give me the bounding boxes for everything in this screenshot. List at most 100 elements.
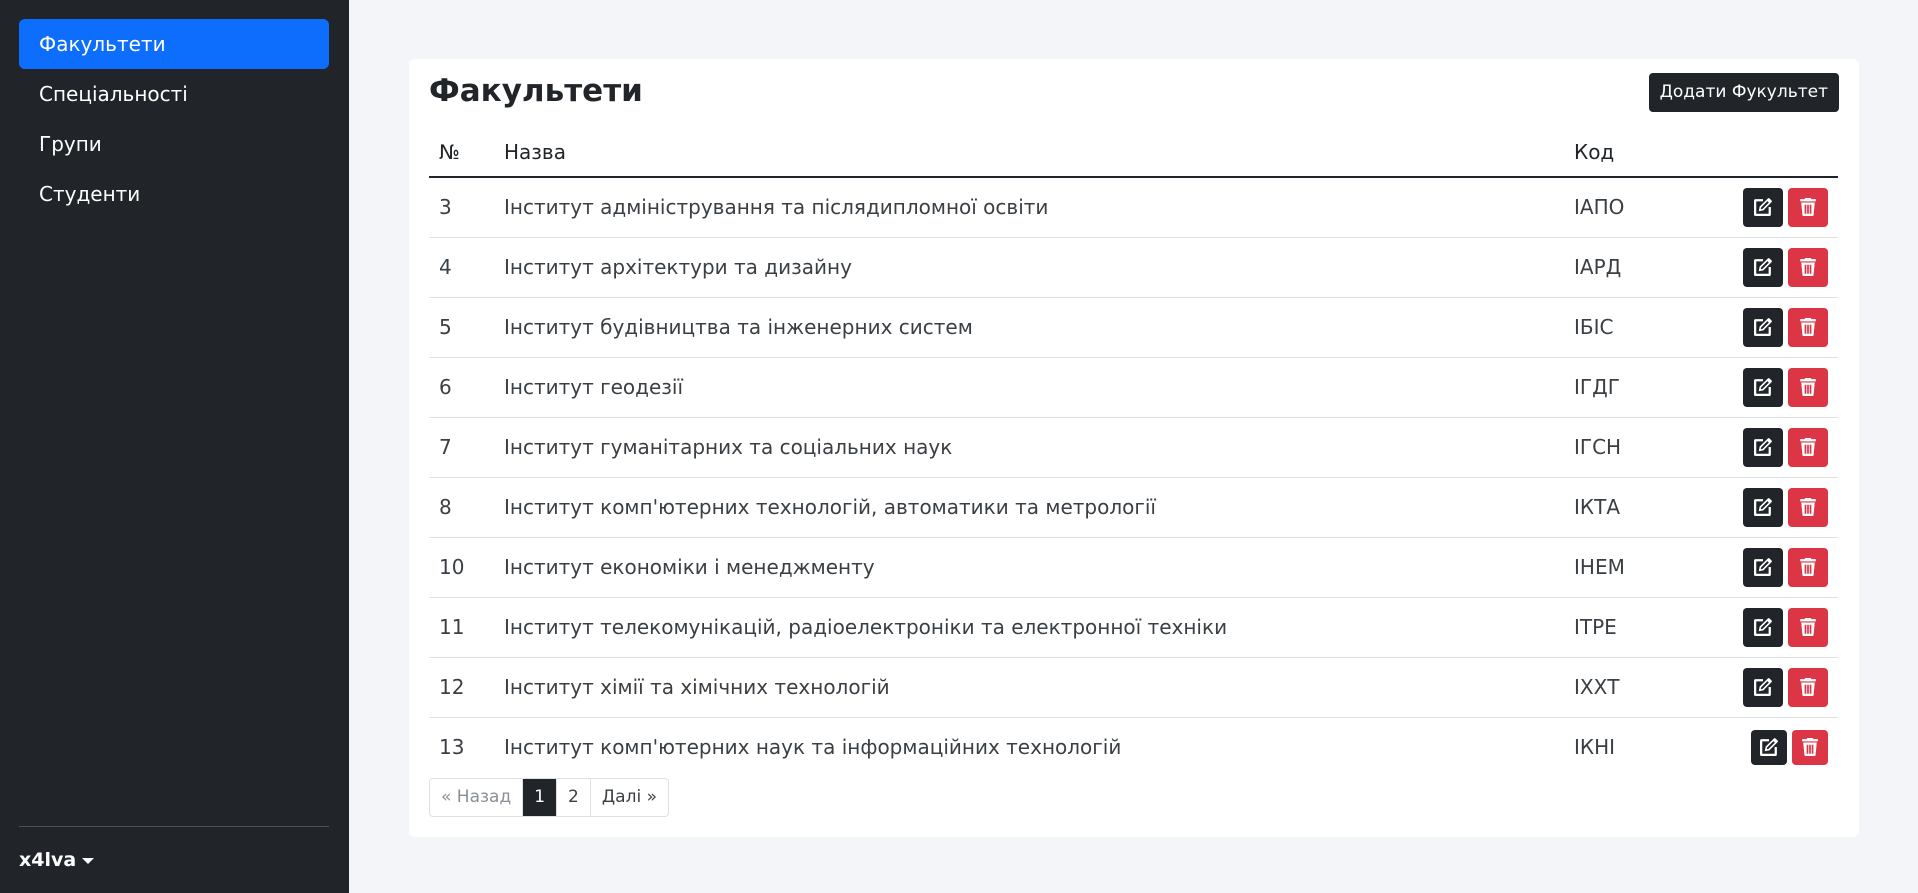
delete-button[interactable] [1788, 667, 1828, 707]
edit-button[interactable] [1743, 307, 1783, 347]
user-menu[interactable]: x4lva [19, 849, 95, 871]
row-actions [1724, 477, 1838, 538]
trash-icon [1799, 618, 1817, 636]
row-name: Інститут хімії та хімічних технологій [494, 657, 1564, 718]
sidebar-item-groups[interactable]: Групи [19, 119, 329, 169]
add-faculty-button[interactable]: Додати Фукультет [1648, 73, 1839, 112]
delete-button[interactable] [1792, 729, 1828, 765]
table-row: 12 Інститут хімії та хімічних технологій І… [429, 657, 1838, 718]
edit-button[interactable] [1743, 427, 1783, 467]
edit-icon [1754, 378, 1772, 396]
delete-button[interactable] [1788, 487, 1828, 527]
edit-button[interactable] [1743, 487, 1783, 527]
row-actions-group [1734, 547, 1838, 587]
sidebar: Факультети Спеціальності Групи Студенти … [0, 0, 349, 893]
trash-icon [1799, 498, 1817, 516]
table-header-row: № Назва Код [429, 127, 1838, 178]
pagination-next[interactable]: Далі » [591, 779, 668, 816]
row-actions [1724, 717, 1838, 777]
delete-button[interactable] [1788, 547, 1828, 587]
trash-icon [1799, 198, 1817, 217]
trash-icon [1799, 318, 1817, 336]
row-actions [1724, 537, 1838, 598]
sidebar-divider [19, 826, 329, 827]
sidebar-item-specialties[interactable]: Спеціальності [19, 69, 329, 119]
edit-icon [1754, 618, 1772, 636]
row-number: 12 [429, 657, 494, 718]
row-name: Інститут економіки і менеджменту [494, 537, 1564, 598]
trash-icon [1799, 438, 1817, 456]
edit-icon [1760, 738, 1778, 757]
edit-icon [1754, 198, 1772, 217]
row-code: ІНЕМ [1564, 537, 1724, 598]
header-name: Назва [494, 127, 1564, 178]
row-code: ІГДГ [1564, 357, 1724, 418]
row-actions-group [1734, 667, 1838, 707]
row-number: 13 [439, 735, 465, 760]
edit-icon [1754, 558, 1772, 576]
edit-button[interactable] [1743, 607, 1783, 647]
row-number: 10 [429, 537, 494, 598]
edit-button[interactable] [1743, 667, 1783, 707]
table-row: 8 Інститут комп'ютерних технологій, автом… [429, 477, 1838, 538]
header-number: № [429, 127, 494, 178]
trash-icon [1801, 738, 1819, 757]
delete-button[interactable] [1788, 307, 1828, 347]
delete-button[interactable] [1788, 367, 1828, 407]
caret-down-icon [82, 858, 95, 864]
header-code: Код [1564, 127, 1724, 178]
sidebar-nav: Факультети Спеціальності Групи Студенти [19, 19, 329, 219]
table-row: 13 Інститут комп'ютерних наук та інформац… [429, 717, 1838, 777]
edit-button[interactable] [1743, 187, 1783, 227]
pagination: « Назад 1 2 Далі » [429, 778, 669, 817]
row-actions [1724, 297, 1838, 358]
edit-button[interactable] [1751, 729, 1787, 765]
trash-icon [1799, 378, 1817, 396]
row-actions-group [1734, 247, 1838, 287]
delete-button[interactable] [1788, 427, 1828, 467]
edit-button[interactable] [1743, 247, 1783, 287]
row-actions-group [1734, 307, 1838, 347]
trash-icon [1799, 558, 1817, 576]
row-actions-group [1734, 427, 1838, 467]
row-name: Інститут будівництва та інженерних систе… [494, 297, 1564, 358]
header-actions [1724, 127, 1838, 178]
row-number: 3 [429, 177, 494, 238]
row-number: 8 [429, 477, 494, 538]
row-actions-group [1734, 367, 1838, 407]
username: x4lva [19, 849, 77, 871]
row-name: Інститут геодезії [494, 357, 1564, 418]
delete-button[interactable] [1788, 607, 1828, 647]
table-row: 3 Інститут адміністрування та післядиплом… [429, 177, 1838, 238]
row-name: Інститут комп'ютерних технологій, автома… [494, 477, 1564, 538]
row-actions-group [1734, 607, 1838, 647]
row-code: ІКНІ [1574, 735, 1616, 760]
pagination-prev[interactable]: « Назад [430, 779, 524, 816]
table-row: 10 Інститут економіки і менеджменту ІНЕМ [429, 537, 1838, 598]
edit-icon [1754, 438, 1772, 456]
edit-button[interactable] [1743, 547, 1783, 587]
table-row: 7 Інститут гуманітарних та соціальних нау… [429, 417, 1838, 478]
row-actions-group [1734, 187, 1838, 227]
row-actions-group [1734, 729, 1838, 765]
row-number: 4 [429, 237, 494, 298]
sidebar-item-students[interactable]: Студенти [19, 169, 329, 219]
page-title: Факультети [429, 73, 643, 109]
row-actions-group [1734, 487, 1838, 527]
edit-icon [1754, 258, 1772, 276]
row-number: 6 [429, 357, 494, 418]
table-row: 5 Інститут будівництва та інженерних сист… [429, 297, 1838, 358]
row-code: ІКТА [1564, 477, 1724, 538]
row-code: ІХХТ [1564, 657, 1724, 718]
delete-button[interactable] [1788, 247, 1828, 287]
edit-button[interactable] [1743, 367, 1783, 407]
table-row: 11 Інститут телекомунікацій, радіоелектро… [429, 597, 1838, 658]
pagination-page-1[interactable]: 1 [523, 779, 558, 816]
row-actions [1724, 177, 1838, 238]
sidebar-item-faculties[interactable]: Факультети [19, 19, 329, 69]
row-code: ІБІС [1564, 297, 1724, 358]
delete-button[interactable] [1788, 187, 1828, 227]
pagination-page-2[interactable]: 2 [557, 779, 591, 816]
row-number: 7 [429, 417, 494, 478]
edit-icon [1754, 318, 1772, 336]
